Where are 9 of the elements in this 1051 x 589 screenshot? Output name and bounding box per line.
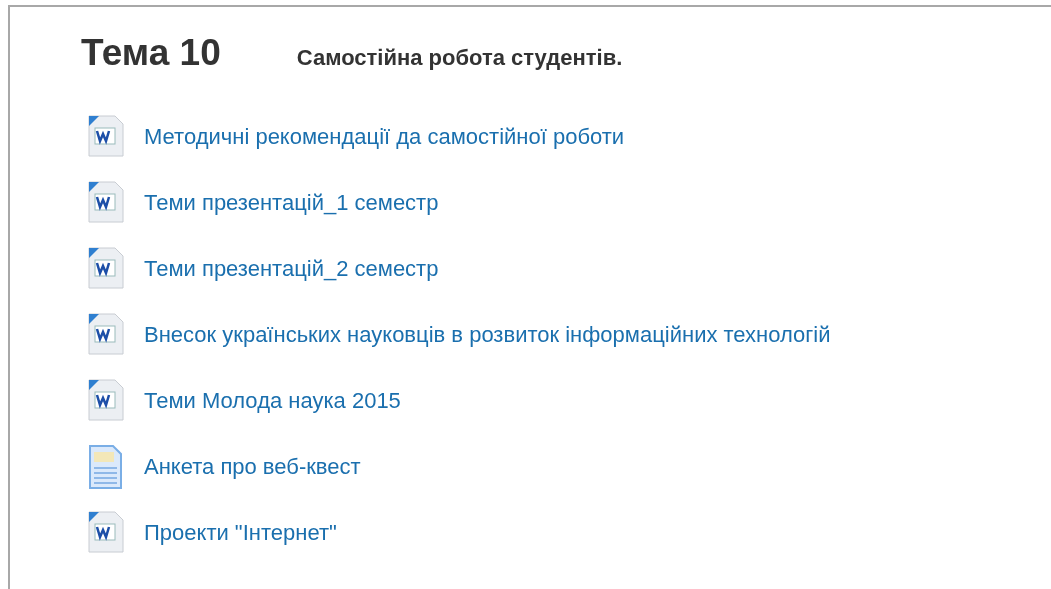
section-title: Тема 10 bbox=[81, 32, 221, 74]
resource-link[interactable]: Проекти "Інтернет" bbox=[144, 520, 337, 546]
section-summary: Самостійна робота студентів. bbox=[296, 45, 623, 71]
resource-link[interactable]: Теми презентацій_2 семестр bbox=[144, 256, 439, 282]
resource-link[interactable]: Теми презентацій_1 семестр bbox=[144, 190, 439, 216]
resource-link[interactable]: Теми Молода наука 2015 bbox=[144, 388, 401, 414]
resource-link[interactable]: Методичні рекомендації да самостійної роботи bbox=[144, 124, 625, 150]
resource-link[interactable]: Внесок українських науковців в розвиток інформаційних технологій bbox=[144, 322, 831, 348]
resource-link[interactable]: Анкета про веб-квест bbox=[144, 454, 361, 480]
